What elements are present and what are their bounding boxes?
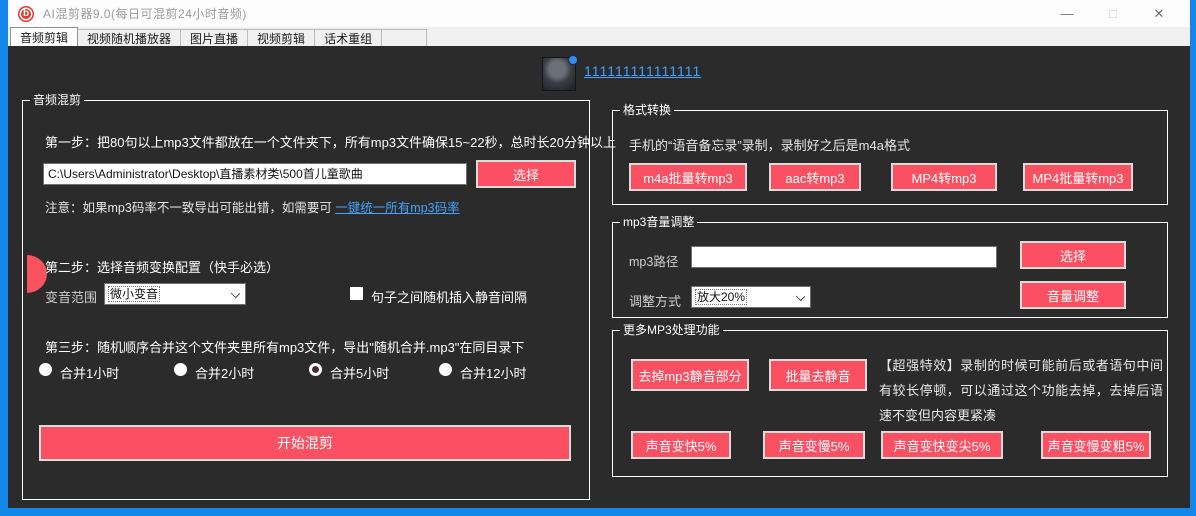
maximize-button-icon[interactable]: □	[1090, 0, 1136, 27]
tab-audio-clip[interactable]: 音频剪辑	[10, 27, 78, 46]
close-button-icon[interactable]: ✕	[1136, 0, 1182, 27]
group-more-mp3: 更多MP3处理功能 去掉mp3静音部分 批量去静音 【超强特效】录制的时候可能前…	[612, 330, 1168, 477]
volume-adjust-button[interactable]: 音量调整	[1020, 281, 1126, 309]
step2-text: 第二步：选择音频变换配置（快手必选）	[45, 257, 279, 276]
group-volume-adjust: mp3音量调整 mp3路径 选择 调整方式 放大20% 音量调整	[612, 222, 1168, 318]
adjust-mode-value: 放大20%	[696, 290, 746, 304]
tab-video-clip[interactable]: 视频剪辑	[247, 29, 315, 46]
radio-merge-12h[interactable]	[439, 363, 452, 376]
window-title: AI混剪器9.0(每日可混剪24小时音频)	[43, 5, 247, 22]
radio-merge-2h-label: 合并2小时	[195, 363, 254, 382]
group-volume-adjust-title: mp3音量调整	[620, 215, 697, 229]
mp3-path-label: mp3路径	[629, 251, 678, 270]
volume-choose-button[interactable]: 选择	[1020, 241, 1126, 269]
title-bar: b AI混剪器9.0(每日可混剪24小时音频) — □ ✕	[8, 0, 1190, 27]
group-format-convert-title: 格式转换	[620, 103, 674, 117]
desktop-background: { "window": { "title": "AI混剪器9.0(每日可混剪24…	[0, 0, 1196, 516]
start-mix-button[interactable]: 开始混剪	[39, 425, 571, 461]
account-link[interactable]: 111111111111111	[584, 63, 701, 79]
bitrate-note: 注意：如果mp3码率不一致导出可能出错，如需要可 一键统一所有mp3码率	[45, 197, 460, 216]
group-audio-mix: 音频混剪 第一步：把80句以上mp3文件都放在一个文件夹下，所有mp3文件确保1…	[22, 100, 590, 500]
unify-bitrate-link[interactable]: 一键统一所有mp3码率	[335, 201, 459, 215]
tab-video-random-player[interactable]: 视频随机播放器	[77, 29, 181, 46]
slower-deeper-5-button[interactable]: 声音变慢变粗5%	[1041, 431, 1151, 459]
batch-remove-silence-button[interactable]: 批量去静音	[769, 359, 867, 391]
avatar[interactable]	[542, 57, 576, 91]
slow-down-5-button[interactable]: 声音变慢5%	[763, 431, 865, 459]
silence-gap-checkbox[interactable]	[350, 287, 363, 300]
mp4-to-mp3-button[interactable]: MP4转mp3	[891, 163, 997, 191]
format-hint: 手机的“语音备忘录”录制，录制好之后是m4a格式	[629, 135, 910, 154]
radio-merge-12h-label: 合并12小时	[460, 363, 526, 382]
voice-range-select[interactable]: 微小变音	[104, 283, 246, 305]
tab-empty	[381, 29, 427, 46]
tab-script-recombine[interactable]: 话术重组	[314, 29, 382, 46]
chevron-down-icon	[231, 289, 240, 298]
window-controls: — □ ✕	[1044, 0, 1182, 27]
group-format-convert: 格式转换 手机的“语音备忘录”录制，录制好之后是m4a格式 m4a批量转mp3 …	[612, 110, 1168, 205]
super-effect-description: 【超强特效】录制的时候可能前后或者语句中间有较长停顿，可以通过这个功能去掉，去掉…	[879, 353, 1163, 428]
choose-folder-button[interactable]: 选择	[476, 160, 576, 188]
voice-range-value: 微小变音	[109, 287, 159, 301]
app-window: b AI混剪器9.0(每日可混剪24小时音频) — □ ✕ 音频剪辑 视频随机播…	[8, 0, 1190, 508]
mp3-path-input[interactable]	[691, 246, 997, 268]
app-logo-icon: b	[18, 6, 34, 22]
silence-gap-label: 句子之间随机插入静音间隔	[371, 287, 527, 306]
voice-range-label: 变音范围	[45, 287, 97, 306]
speed-up-5-button[interactable]: 声音变快5%	[631, 431, 731, 459]
red-dot-decoration	[27, 255, 47, 293]
radio-merge-1h-label: 合并1小时	[60, 363, 119, 382]
client-area: 111111111111111 音频混剪 第一步：把80句以上mp3文件都放在一…	[8, 46, 1190, 508]
tab-strip: 音频剪辑 视频随机播放器 图片直播 视频剪辑 话术重组	[8, 27, 1190, 46]
bitrate-note-text: 注意：如果mp3码率不一致导出可能出错，如需要可	[45, 201, 335, 215]
faster-sharper-5-button[interactable]: 声音变快变尖5%	[881, 431, 1003, 459]
radio-merge-2h[interactable]	[174, 363, 187, 376]
mp3-folder-path-input[interactable]: C:\Users\Administrator\Desktop\直播素材类\500…	[43, 163, 467, 185]
remove-mp3-silence-button[interactable]: 去掉mp3静音部分	[631, 359, 749, 391]
radio-merge-5h[interactable]	[309, 363, 322, 376]
step3-text: 第三步：随机顺序合并这个文件夹里所有mp3文件，导出"随机合并.mp3"在同目录…	[45, 337, 524, 356]
minimize-button-icon[interactable]: —	[1044, 0, 1090, 27]
chevron-down-icon	[796, 292, 805, 301]
aac-to-mp3-button[interactable]: aac转mp3	[769, 163, 861, 191]
group-more-mp3-title: 更多MP3处理功能	[620, 323, 723, 337]
mp4-batch-to-mp3-button[interactable]: MP4批量转mp3	[1023, 163, 1133, 191]
avatar-badge	[568, 55, 578, 65]
radio-merge-5h-label: 合并5小时	[330, 363, 389, 382]
step1-text: 第一步：把80句以上mp3文件都放在一个文件夹下，所有mp3文件确保15~22秒…	[45, 132, 616, 151]
radio-merge-1h[interactable]	[39, 363, 52, 376]
adjust-mode-label: 调整方式	[629, 291, 681, 310]
adjust-mode-select[interactable]: 放大20%	[691, 286, 811, 308]
group-audio-mix-title: 音频混剪	[30, 93, 84, 107]
tab-image-live[interactable]: 图片直播	[180, 29, 248, 46]
m4a-batch-to-mp3-button[interactable]: m4a批量转mp3	[629, 163, 747, 191]
